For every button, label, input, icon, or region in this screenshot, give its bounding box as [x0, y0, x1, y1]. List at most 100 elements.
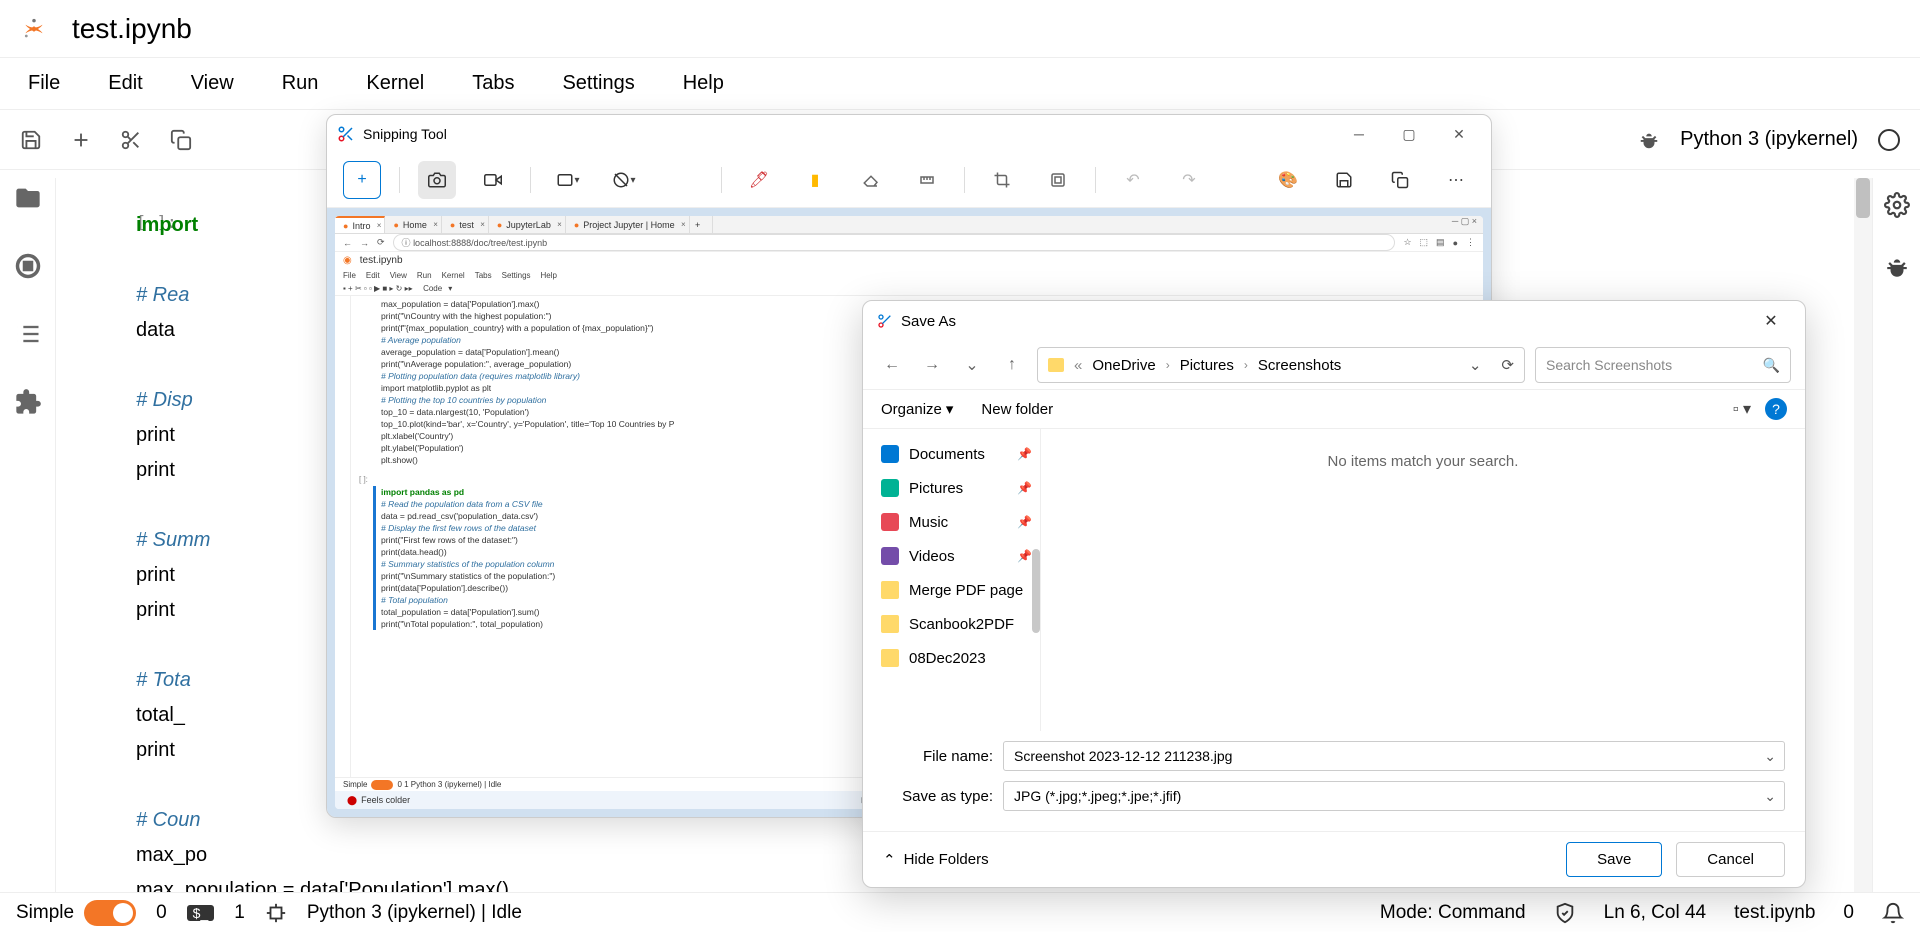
scrollbar[interactable]	[1854, 178, 1872, 892]
tree-item[interactable]: Scanbook2PDF	[863, 607, 1040, 641]
simple-toggle[interactable]	[84, 900, 136, 926]
jupyter-logo	[20, 15, 48, 43]
minimize-button[interactable]: ─	[1337, 119, 1381, 149]
running-icon[interactable]	[14, 252, 42, 280]
menu-kernel[interactable]: Kernel	[358, 68, 432, 99]
crop-button[interactable]	[983, 161, 1021, 199]
save-type-select[interactable]: JPG (*.jpg;*.jpeg;*.jpe;*.jfif)⌄	[1003, 781, 1785, 811]
terminal-icon[interactable]: $_	[187, 905, 215, 921]
bug-icon[interactable]	[1638, 129, 1660, 151]
help-button[interactable]: ?	[1765, 398, 1787, 420]
app-header: test.ipynb	[0, 0, 1920, 58]
camera-mode-button[interactable]	[418, 161, 456, 199]
terminals-count[interactable]: 1	[234, 902, 245, 924]
menu-edit[interactable]: Edit	[100, 68, 150, 99]
mode[interactable]: Mode: Command	[1380, 902, 1526, 924]
view-button[interactable]: ▫ ▾	[1733, 399, 1751, 419]
save-snip-button[interactable]	[1325, 161, 1363, 199]
tree-item[interactable]: 08Dec2023	[863, 641, 1040, 675]
property-icon[interactable]	[1884, 192, 1910, 218]
status-bar: Simple 0 $_ 1 Python 3 (ipykernel) | Idl…	[0, 892, 1920, 932]
menu-run[interactable]: Run	[274, 68, 327, 99]
eraser-button[interactable]	[852, 161, 890, 199]
debug-icon[interactable]	[1884, 254, 1910, 280]
menu-file[interactable]: File	[20, 68, 68, 99]
tree-item[interactable]: Pictures📌	[863, 471, 1040, 505]
tree-item[interactable]: Merge PDF page	[863, 573, 1040, 607]
pen-red-button[interactable]: 🖊	[740, 161, 778, 199]
file-name-input[interactable]: Screenshot 2023-12-12 211238.jpg⌄	[1003, 741, 1785, 771]
nav-forward-button[interactable]: →	[917, 350, 947, 380]
save-titlebar[interactable]: Save As ✕	[863, 301, 1805, 341]
save-footer: ⌃Hide Folders Save Cancel	[863, 831, 1805, 887]
save-title: Save As	[901, 313, 956, 330]
delay-button[interactable]: ▾	[605, 161, 643, 199]
folder-icon[interactable]	[14, 184, 42, 212]
save-toolbar: Organize ▾ New folder ▫ ▾ ?	[863, 389, 1805, 429]
kernel-status[interactable]: Python 3 (ipykernel) | Idle	[307, 902, 522, 924]
notebook-title[interactable]: test.ipynb	[72, 13, 192, 45]
save-as-dialog[interactable]: Save As ✕ ← → ⌄ ↑ « OneDrive› Pictures› …	[862, 300, 1806, 888]
new-folder-button[interactable]: New folder	[981, 401, 1053, 418]
snip-title: Snipping Tool	[363, 126, 447, 142]
cut-icon[interactable]	[120, 129, 142, 151]
save-close-button[interactable]: ✕	[1751, 306, 1791, 336]
tree-item[interactable]: Music📌	[863, 505, 1040, 539]
bell-icon[interactable]	[1882, 902, 1904, 924]
save-type-label: Save as type:	[883, 788, 993, 805]
cancel-button[interactable]: Cancel	[1676, 842, 1785, 877]
menu-help[interactable]: Help	[675, 68, 732, 99]
snip-app-icon	[337, 125, 355, 143]
menu-settings[interactable]: Settings	[554, 68, 642, 99]
copy-snip-button[interactable]	[1381, 161, 1419, 199]
organize-button[interactable]: Organize ▾	[881, 400, 953, 418]
save-fields: File name: Screenshot 2023-12-12 211238.…	[863, 731, 1805, 831]
kernel-name[interactable]: Python 3 (ipykernel)	[1680, 128, 1858, 151]
paint-button[interactable]: 🎨	[1269, 161, 1307, 199]
kernel-icon[interactable]	[265, 902, 287, 924]
undo-button[interactable]: ↶	[1114, 161, 1152, 199]
status-filename[interactable]: test.ipynb	[1734, 902, 1815, 924]
nav-recent-button[interactable]: ⌄	[957, 350, 987, 380]
left-sidebar	[0, 178, 56, 892]
extension-icon[interactable]	[14, 388, 42, 416]
folder-tree[interactable]: Documents📌Pictures📌Music📌Videos📌Merge PD…	[863, 429, 1041, 731]
save-icon[interactable]	[20, 129, 42, 151]
toc-icon[interactable]	[14, 320, 42, 348]
ruler-button[interactable]	[908, 161, 946, 199]
file-list-area[interactable]: No items match your search.	[1041, 429, 1805, 731]
cursor-pos[interactable]: Ln 6, Col 44	[1604, 902, 1706, 924]
rect-mode-button[interactable]: ▾	[549, 161, 587, 199]
file-name-label: File name:	[883, 748, 993, 765]
save-nav: ← → ⌄ ↑ « OneDrive› Pictures› Screenshot…	[863, 341, 1805, 389]
hide-folders-button[interactable]: ⌃Hide Folders	[883, 851, 989, 869]
menu-view[interactable]: View	[183, 68, 242, 99]
save-body: Documents📌Pictures📌Music📌Videos📌Merge PD…	[863, 429, 1805, 731]
save-app-icon	[877, 313, 893, 329]
menubar: File Edit View Run Kernel Tabs Settings …	[0, 58, 1920, 110]
snip-titlebar[interactable]: Snipping Tool ─ ▢ ✕	[327, 115, 1491, 153]
tree-item[interactable]: Videos📌	[863, 539, 1040, 573]
status-other: 0	[1843, 902, 1854, 924]
highlighter-button[interactable]: ▮	[796, 161, 834, 199]
nav-up-button[interactable]: ↑	[997, 350, 1027, 380]
breadcrumb[interactable]: « OneDrive› Pictures› Screenshots ⌄ ⟳	[1037, 347, 1525, 383]
add-cell-icon[interactable]	[70, 129, 92, 151]
tabs-count[interactable]: 0	[156, 902, 167, 924]
search-box[interactable]: Search Screenshots 🔍	[1535, 347, 1791, 383]
redo-button[interactable]: ↷	[1170, 161, 1208, 199]
copy-icon[interactable]	[170, 129, 192, 151]
menu-tabs[interactable]: Tabs	[464, 68, 522, 99]
trusted-icon[interactable]	[1554, 902, 1576, 924]
snip-toolbar: + ▾ ▾ 🖊 ▮ ↶ ↷ 🎨 ⋯	[327, 153, 1491, 208]
close-button[interactable]: ✕	[1437, 119, 1481, 149]
nav-back-button[interactable]: ←	[877, 350, 907, 380]
tree-item[interactable]: Documents📌	[863, 437, 1040, 471]
new-snip-button[interactable]: +	[343, 161, 381, 199]
maximize-button[interactable]: ▢	[1387, 119, 1431, 149]
save-button[interactable]: Save	[1566, 842, 1662, 877]
edit-button[interactable]	[1039, 161, 1077, 199]
kernel-status-icon[interactable]	[1878, 129, 1900, 151]
more-button[interactable]: ⋯	[1437, 161, 1475, 199]
video-mode-button[interactable]	[474, 161, 512, 199]
